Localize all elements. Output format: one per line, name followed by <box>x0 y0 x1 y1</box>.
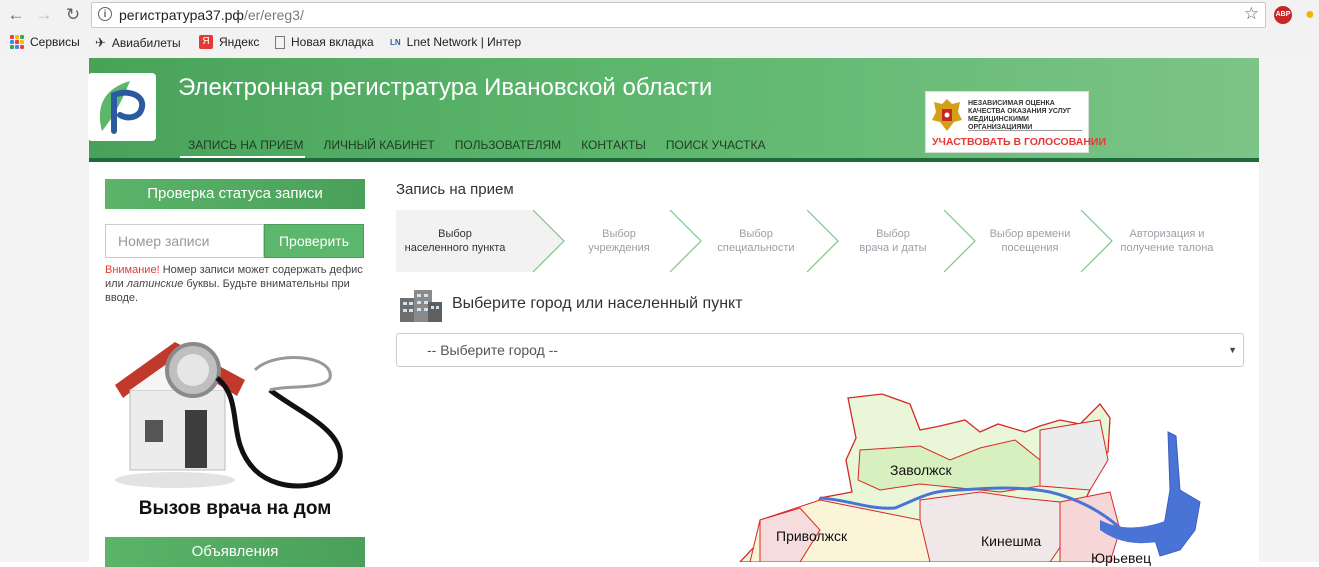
yandex-icon: Я <box>199 35 213 49</box>
page-icon <box>275 35 285 49</box>
bookmark-services[interactable]: Сервисы <box>10 35 80 49</box>
house-stethoscope-icon <box>115 342 343 489</box>
record-number-input[interactable]: Номер записи <box>105 224 264 258</box>
reload-icon[interactable]: ↻ <box>62 5 84 25</box>
map-label-kineshma[interactable]: Кинешма <box>981 533 1041 549</box>
home-doctor-caption: Вызов врача на дом <box>138 498 332 519</box>
record-number-note: Внимание! Номер записи может содержать д… <box>105 264 363 304</box>
map-label-yurievets[interactable]: Юрьевец <box>1091 550 1151 566</box>
nav-contacts[interactable]: КОНТАКТЫ <box>571 138 656 152</box>
page-gutter-left <box>0 58 89 562</box>
address-bar[interactable]: i регистратура37.рф/er/ereg3/ ☆ <box>91 2 1266 28</box>
bookmark-lnet[interactable]: LN Lnet Network | Интер <box>390 35 528 49</box>
step-4: Выбор врача и даты <box>859 228 927 254</box>
step-2: Выбор учреждения <box>588 228 650 254</box>
forward-icon[interactable]: → <box>33 5 55 25</box>
logo-leaf-icon <box>99 81 146 134</box>
map-label-privolzhsk[interactable]: Приволжск <box>776 528 847 544</box>
region-map[interactable]: Заволжск Приволжск Кинешма Юрьевец <box>620 380 1220 566</box>
site-info-icon[interactable]: i <box>98 7 112 21</box>
dropdown-arrow-icon: ▼ <box>1228 345 1237 355</box>
step-6: Авторизация и получение талона <box>1120 228 1214 254</box>
vote-description: НЕЗАВИСИМАЯ ОЦЕНКА КАЧЕСТВА ОКАЗАНИЯ УСЛ… <box>968 100 1071 131</box>
lnet-icon: LN <box>390 37 401 47</box>
vote-divider <box>968 130 1082 131</box>
nav-cabinet[interactable]: ЛИЧНЫЙ КАБИНЕТ <box>314 138 445 152</box>
city-prompt: Выберите город или населенный пункт <box>452 295 743 312</box>
browser-chrome: ← → ↻ i регистратура37.рф/er/ereg3/ ☆ AB… <box>0 0 1319 59</box>
adblock-extension-icon[interactable]: ABP <box>1274 6 1292 24</box>
nav-active-indicator <box>180 156 305 158</box>
announcements-title: Объявления <box>105 537 365 567</box>
bookmark-star-icon[interactable]: ☆ <box>1244 4 1259 24</box>
bookmark-newtab[interactable]: Новая вкладка <box>275 35 374 49</box>
nav-users[interactable]: ПОЛЬЗОВАТЕЛЯМ <box>445 138 571 152</box>
nav-find-district[interactable]: ПОИСК УЧАСТКА <box>656 138 776 152</box>
wizard-steps: Выбор населенного пункта Выбор учреждения … <box>396 210 1246 272</box>
back-icon[interactable]: ← <box>5 5 27 25</box>
step-5: Выбор времени посещения <box>989 228 1071 254</box>
extension-icon[interactable]: ● <box>1305 6 1319 24</box>
address-url[interactable]: регистратура37.рф/er/ereg3/ <box>119 7 304 23</box>
page-gutter-right <box>1259 58 1319 562</box>
buildings-icon <box>400 290 442 322</box>
nav-appointment[interactable]: ЗАПИСЬ НА ПРИЕМ <box>180 138 314 152</box>
plane-icon: ✈ <box>95 35 106 50</box>
page-title: Запись на прием <box>396 181 514 198</box>
apps-icon <box>10 35 24 49</box>
bookmark-yandex[interactable]: Я Яндекс <box>199 35 259 49</box>
vote-button[interactable]: УЧАСТВОВАТЬ В ГОЛОСОВАНИИ <box>932 136 1106 148</box>
header-divider <box>89 158 1259 162</box>
city-select[interactable]: -- Выберите город -- ▼ <box>396 333 1244 367</box>
site-logo[interactable] <box>88 73 156 141</box>
bookmarks-bar: Сервисы ✈ Авиабилеты Я Яндекс Новая вкла… <box>0 32 1319 54</box>
check-button[interactable]: Проверить <box>264 224 364 258</box>
vote-banner[interactable]: НЕЗАВИСИМАЯ ОЦЕНКА КАЧЕСТВА ОКАЗАНИЯ УСЛ… <box>925 91 1106 153</box>
main-nav: ЗАПИСЬ НА ПРИЕМ ЛИЧНЫЙ КАБИНЕТ ПОЛЬЗОВАТ… <box>180 138 775 152</box>
step-3: Выбор специальности <box>717 228 795 254</box>
step-1[interactable]: Выбор населенного пункта <box>396 227 514 255</box>
russian-emblem-icon <box>932 99 962 131</box>
status-check-title: Проверка статуса записи <box>105 179 365 209</box>
bookmark-avia[interactable]: ✈ Авиабилеты <box>95 35 181 51</box>
home-doctor-banner[interactable] <box>105 330 365 525</box>
site-title: Электронная регистратура Ивановской обла… <box>178 74 713 101</box>
map-label-zavolzhsk[interactable]: Заволжск <box>890 462 952 478</box>
